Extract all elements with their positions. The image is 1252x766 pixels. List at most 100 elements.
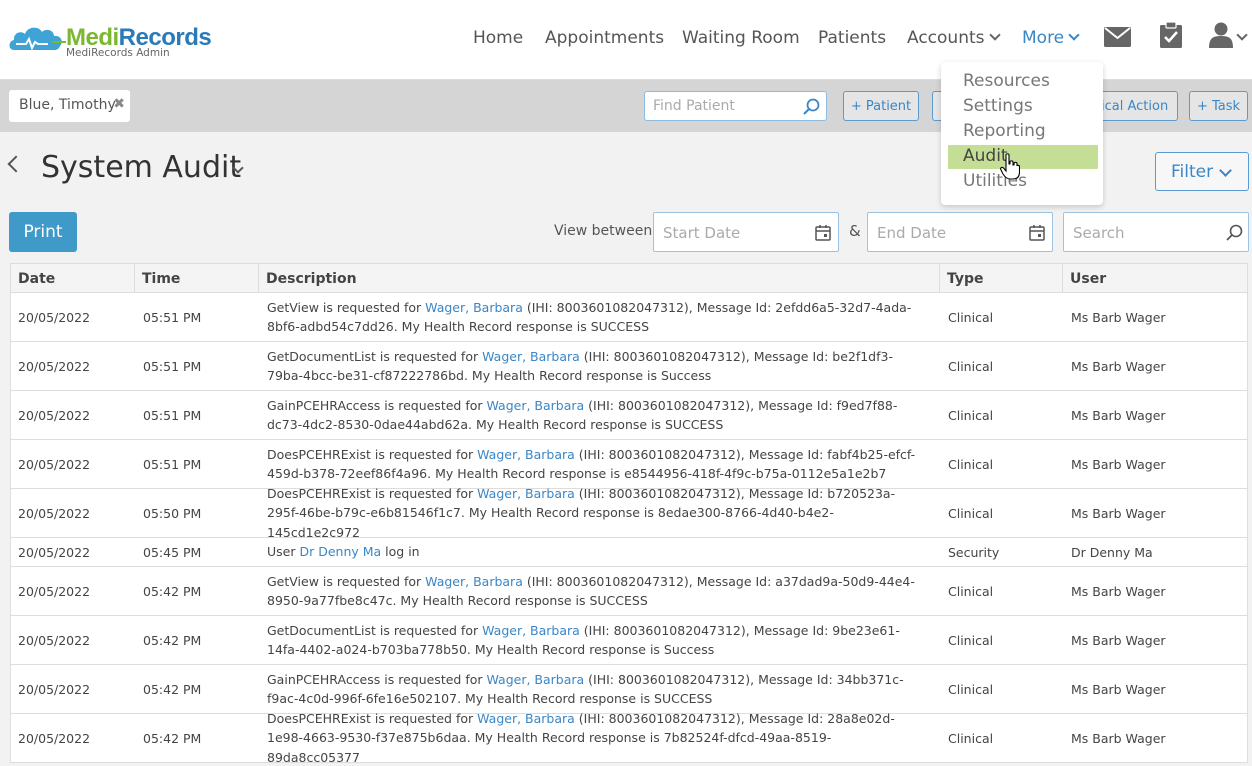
- chevron-left-icon[interactable]: [7, 155, 25, 173]
- mail-icon[interactable]: [1104, 27, 1131, 47]
- cell-type: Clinical: [948, 730, 994, 746]
- column-header-date[interactable]: Date: [11, 264, 135, 293]
- description-prefix: DoesPCEHRExist is requested for: [267, 446, 478, 462]
- nav-home[interactable]: Home: [473, 28, 523, 52]
- column-header-type[interactable]: Type: [940, 264, 1063, 293]
- patient-link[interactable]: Wager, Barbara: [477, 447, 575, 462]
- cell-user: Ms Barb Wager: [1071, 309, 1166, 325]
- logo-subtitle: MediRecords Admin: [66, 47, 170, 59]
- nav-appointments[interactable]: Appointments: [545, 28, 664, 52]
- nav-more[interactable]: More: [1022, 28, 1080, 52]
- search-icon[interactable]: [803, 98, 820, 115]
- cell-date: 20/05/2022: [18, 456, 91, 472]
- patient-link[interactable]: Wager, Barbara: [425, 300, 523, 315]
- table-row[interactable]: 20/05/2022 05:42 PM GetDocumentList is req…: [11, 616, 1247, 665]
- table-row[interactable]: 20/05/2022 05:51 PM GetDocumentList is req…: [11, 342, 1247, 391]
- patient-link[interactable]: Wager, Barbara: [482, 623, 580, 638]
- print-button[interactable]: Print: [9, 212, 77, 252]
- cell-date: 20/05/2022: [18, 407, 91, 423]
- cell-time: 05:51 PM: [143, 456, 202, 472]
- cell-user: Ms Barb Wager: [1071, 583, 1166, 599]
- cell-user: Ms Barb Wager: [1071, 681, 1166, 697]
- table-body: 20/05/2022 05:51 PM GetView is requested f…: [11, 293, 1247, 765]
- description-prefix: GetView is requested for: [267, 573, 426, 589]
- table-row[interactable]: 20/05/2022 05:42 PM GetView is requested f…: [11, 567, 1247, 616]
- current-patient-chip[interactable]: Blue, Timothy ✖: [9, 90, 130, 122]
- clipboard-check-icon[interactable]: [1159, 22, 1183, 48]
- menu-item-audit[interactable]: Audit: [948, 145, 1098, 169]
- close-icon[interactable]: ✖: [113, 96, 125, 112]
- cell-date: 20/05/2022: [18, 505, 91, 521]
- description-text: GetDocumentList is requested for Wager, …: [267, 621, 920, 660]
- patient-link[interactable]: Wager, Barbara: [477, 711, 575, 726]
- patient-link[interactable]: Dr Denny Ma: [299, 544, 381, 559]
- column-header-user[interactable]: User: [1063, 264, 1249, 293]
- cell-date: 20/05/2022: [18, 309, 91, 325]
- table-row[interactable]: 20/05/2022 05:51 PM GetView is requested f…: [11, 293, 1247, 342]
- find-patient-input[interactable]: Find Patient: [644, 91, 827, 121]
- cell-description: GetDocumentList is requested for Wager, …: [259, 616, 940, 664]
- user-menu[interactable]: [1209, 22, 1251, 50]
- nav-patients[interactable]: Patients: [818, 28, 886, 52]
- description-prefix: GetDocumentList is requested for: [267, 348, 483, 364]
- table-row[interactable]: 20/05/2022 05:45 PM User Dr Denny Ma log i…: [11, 538, 1247, 567]
- description-prefix: GetView is requested for: [267, 299, 426, 315]
- cell-date: 20/05/2022: [18, 583, 91, 599]
- end-date-input[interactable]: End Date: [867, 212, 1053, 252]
- add-task-button[interactable]: + Task: [1189, 91, 1248, 121]
- description-text: User Dr Denny Ma log in: [267, 542, 420, 562]
- start-date-input[interactable]: Start Date: [653, 212, 839, 252]
- table-row[interactable]: 20/05/2022 05:42 PM DoesPCEHRExist is requ…: [11, 711, 1247, 765]
- nav-waiting-room[interactable]: Waiting Room: [682, 28, 800, 52]
- cell-type: Clinical: [948, 407, 994, 423]
- cell-type: Security: [948, 544, 1000, 560]
- patient-link[interactable]: Wager, Barbara: [477, 486, 575, 501]
- patient-link[interactable]: Wager, Barbara: [482, 349, 580, 364]
- menu-item-reporting[interactable]: Reporting: [948, 120, 1098, 144]
- patient-link[interactable]: Wager, Barbara: [425, 574, 523, 589]
- column-header-description[interactable]: Description: [259, 264, 940, 293]
- cell-user: Dr Denny Ma: [1071, 544, 1153, 560]
- cell-time: 05:42 PM: [143, 583, 202, 599]
- cell-time: 05:42 PM: [143, 730, 202, 746]
- search-icon[interactable]: [1226, 224, 1243, 241]
- end-date-placeholder: End Date: [877, 224, 947, 242]
- table-row[interactable]: 20/05/2022 05:50 PM DoesPCEHRExist is requ…: [11, 485, 1247, 540]
- description-suffix: log in: [381, 544, 420, 560]
- search-input[interactable]: Search: [1063, 212, 1249, 252]
- calendar-icon[interactable]: [1029, 224, 1045, 241]
- cell-type: Clinical: [948, 681, 994, 697]
- table-row[interactable]: 20/05/2022 05:42 PM GainPCEHRAccess is req…: [11, 665, 1247, 714]
- add-patient-button[interactable]: + Patient: [843, 91, 919, 121]
- cell-date: 20/05/2022: [18, 681, 91, 697]
- cell-date: 20/05/2022: [18, 358, 91, 374]
- description-prefix: DoesPCEHRExist is requested for: [267, 485, 478, 501]
- calendar-icon[interactable]: [815, 224, 831, 241]
- cell-user: Ms Barb Wager: [1071, 456, 1166, 472]
- cell-type: Clinical: [948, 456, 994, 472]
- menu-item-resources[interactable]: Resources: [948, 70, 1098, 94]
- start-date-placeholder: Start Date: [663, 224, 741, 242]
- patient-link[interactable]: Wager, Barbara: [486, 672, 584, 687]
- clinical-action-button[interactable]: ical Action: [1093, 91, 1178, 121]
- user-icon: [1209, 22, 1233, 48]
- nav-accounts[interactable]: Accounts: [907, 28, 1001, 52]
- cell-date: 20/05/2022: [18, 730, 91, 746]
- cell-type: Clinical: [948, 309, 994, 325]
- cell-type: Clinical: [948, 358, 994, 374]
- date-separator: &: [849, 222, 861, 240]
- menu-item-settings[interactable]: Settings: [948, 95, 1098, 119]
- menu-item-utilities[interactable]: Utilities: [948, 170, 1098, 194]
- table-row[interactable]: 20/05/2022 05:51 PM GainPCEHRAccess is req…: [11, 391, 1247, 440]
- table-row[interactable]: 20/05/2022 05:51 PM DoesPCEHRExist is requ…: [11, 440, 1247, 489]
- app-logo[interactable]: MediRecords MediRecords Admin: [8, 22, 218, 62]
- patient-link[interactable]: Wager, Barbara: [486, 398, 584, 413]
- description-text: GetView is requested for Wager, Barbara …: [267, 298, 920, 337]
- cell-user: Ms Barb Wager: [1071, 632, 1166, 648]
- nav-more-label: More: [1022, 28, 1065, 48]
- cell-type: Clinical: [948, 632, 994, 648]
- filter-button[interactable]: Filter: [1155, 152, 1249, 191]
- cell-description: GainPCEHRAccess is requested for Wager, …: [259, 665, 940, 713]
- chevron-down-icon: [1068, 29, 1080, 41]
- column-header-time[interactable]: Time: [135, 264, 259, 293]
